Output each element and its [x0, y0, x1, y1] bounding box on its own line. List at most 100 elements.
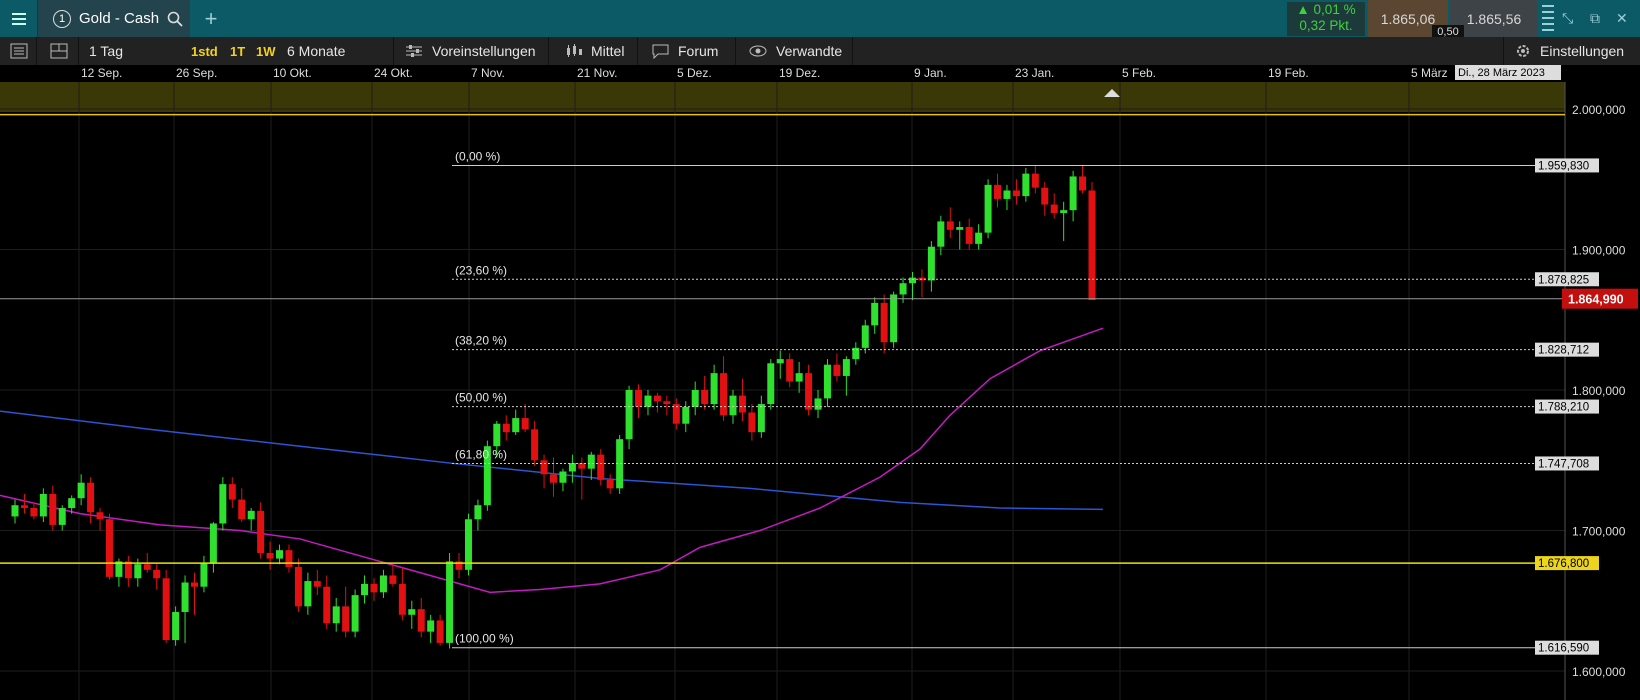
candle-body [814, 398, 822, 410]
candle-body [238, 499, 246, 520]
settings-label: Einstellungen [1540, 43, 1625, 59]
menu-button[interactable] [0, 0, 38, 37]
chat-bubble-icon [652, 44, 669, 59]
search-icon[interactable] [167, 11, 183, 27]
collapse-icon[interactable]: ⤡ [1562, 10, 1573, 27]
price-tick-label: 1.600,000 [1572, 665, 1626, 679]
candle-body [635, 390, 643, 407]
candle-body [96, 512, 104, 520]
indicators-button[interactable]: Mittel [565, 37, 624, 65]
candle-body [909, 277, 916, 284]
drag-handle-icon[interactable] [1542, 3, 1556, 33]
candle-body [786, 359, 794, 382]
layout-icon[interactable] [50, 37, 68, 65]
candle-body [823, 364, 831, 399]
candle-body [568, 463, 576, 472]
price-chart[interactable]: 12 Sep. 26 Sep. 10 Okt. 24 Okt. 7 Nov. 21 Nov… [0, 65, 1640, 700]
fib-price-tag-label: 1.788,210 [1538, 402, 1589, 414]
interval-1t-button[interactable]: 1T [230, 37, 245, 65]
fib-price-tag-label: 1.616,590 [1538, 643, 1589, 655]
candle-body [493, 423, 501, 447]
fib-level-label: (0,00 %) [455, 149, 500, 163]
candle-body [757, 404, 765, 433]
candle-body [464, 519, 472, 570]
period-select[interactable]: 6 Monate [287, 37, 345, 65]
candle-body [11, 505, 19, 517]
candle-body [738, 395, 746, 413]
candle-body [436, 620, 444, 643]
candle-body [247, 510, 255, 520]
close-icon[interactable]: ✕ [1616, 10, 1628, 27]
settings-button[interactable]: Einstellungen [1515, 37, 1624, 65]
interval-1w-button[interactable]: 1W [256, 37, 276, 65]
candle-body [39, 493, 47, 517]
price-tick-label: 1.700,000 [1572, 525, 1626, 539]
candle-body [956, 227, 964, 230]
candle-body [379, 575, 387, 593]
indicators-label: Mittel [591, 43, 625, 59]
candle-body [531, 429, 539, 461]
candle-body [691, 390, 699, 407]
candle-body [644, 395, 652, 407]
candle-body [1031, 173, 1039, 188]
candle-body [87, 482, 95, 513]
candle-body [653, 395, 661, 402]
forum-button[interactable]: Forum [652, 37, 718, 65]
fib-level-label: (61,80 %) [455, 447, 507, 461]
presets-button[interactable]: Voreinstellungen [405, 37, 536, 65]
forum-label: Forum [678, 43, 719, 59]
fib-price-tag-label: 1.878,825 [1538, 274, 1589, 286]
hamburger-icon [11, 12, 26, 25]
candle-body [1041, 187, 1049, 205]
candle-body [408, 609, 416, 615]
candle-body [143, 564, 151, 570]
candle-body [427, 620, 435, 632]
candle-body [625, 390, 633, 440]
candle-body [124, 561, 132, 579]
interval-1std-button[interactable]: 1std [191, 37, 218, 65]
candle-body [294, 567, 302, 607]
candle-body [191, 582, 198, 587]
candle-body [134, 564, 142, 579]
fib-level-label: (23,60 %) [455, 263, 507, 277]
add-tab-button[interactable]: + [196, 0, 226, 37]
popout-icon[interactable]: ⧉ [1590, 10, 1600, 27]
candle-body [417, 609, 425, 632]
date-tick-label: 24 Okt. [374, 66, 413, 80]
interval-select[interactable]: 1 Tag [89, 37, 123, 65]
candle-body [984, 184, 992, 233]
date-tick-label: 5 März [1411, 66, 1448, 80]
candle-body [257, 510, 265, 553]
instrument-name: Gold - Cash [79, 10, 160, 27]
candle-body [701, 390, 709, 405]
sliders-icon [406, 45, 422, 57]
date-tick-label: 26 Sep. [176, 66, 217, 80]
candle-body [720, 373, 728, 416]
list-view-icon[interactable] [10, 37, 28, 65]
instrument-tab[interactable]: 1 Gold - Cash [38, 0, 190, 37]
crosshair-date-label: Di., 28 März 2023 [1458, 67, 1545, 79]
candle-body [474, 505, 482, 520]
candle-body [550, 474, 557, 483]
date-tick-label: 5 Dez. [677, 66, 712, 80]
candle-body [1003, 190, 1011, 199]
candle-body [559, 471, 567, 483]
candle-body [68, 498, 76, 509]
related-button[interactable]: Verwandte [749, 37, 842, 65]
highlight-band [0, 82, 1565, 112]
candle-body [332, 606, 340, 624]
candle-body [228, 484, 236, 500]
date-tick-label: 10 Okt. [273, 66, 312, 80]
candle-body [861, 325, 869, 348]
instrument-number-badge: 1 [53, 9, 71, 28]
candle-body [162, 578, 170, 641]
candle-body [172, 611, 180, 641]
candle-body [304, 581, 312, 607]
current-price-label: 1.864,990 [1568, 293, 1624, 307]
candle-body [606, 479, 614, 489]
candle-body [871, 302, 879, 326]
candle-body [833, 364, 841, 376]
candle-body [899, 283, 907, 295]
candle-body [682, 406, 690, 424]
chart-toolbar: 1 Tag 1std 1T 1W 6 Monate Voreinstellung… [0, 37, 1640, 66]
